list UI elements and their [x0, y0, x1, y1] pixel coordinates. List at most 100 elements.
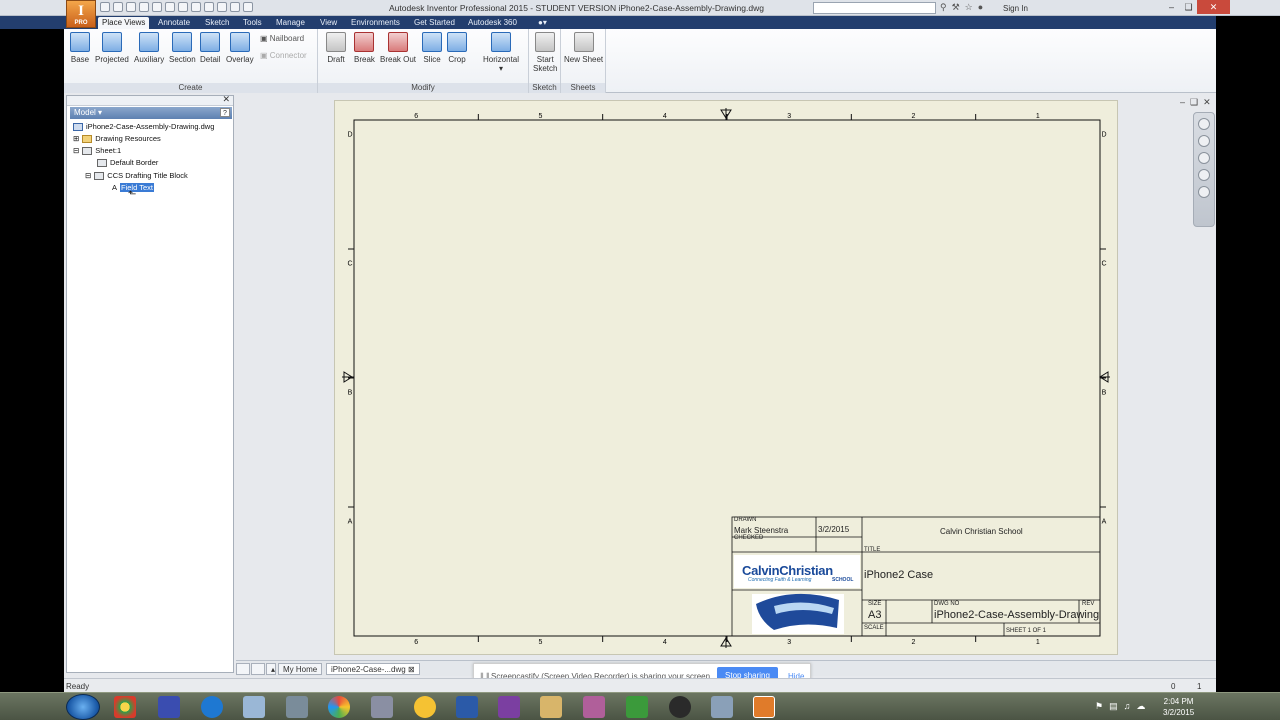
- tab-view[interactable]: View: [320, 17, 337, 29]
- redo-icon[interactable]: [152, 2, 162, 12]
- tile-vertical-icon[interactable]: [251, 663, 265, 675]
- tool-icon[interactable]: [286, 696, 308, 718]
- new-sheet-button[interactable]: New Sheet: [564, 32, 603, 64]
- zone-number-bottom: 6: [414, 639, 418, 646]
- binoculars-icon[interactable]: ⚲: [940, 2, 947, 13]
- tree-title-block[interactable]: ⊟ CCS Drafting Title Block: [85, 171, 188, 180]
- open-icon[interactable]: [113, 2, 123, 12]
- doc-minimize-icon[interactable]: –: [1180, 97, 1185, 108]
- paint-icon[interactable]: [583, 696, 605, 718]
- onenote-icon[interactable]: [498, 696, 520, 718]
- crop-button[interactable]: Crop: [447, 32, 467, 64]
- close-button[interactable]: ✕: [1197, 0, 1230, 14]
- doc-restore-icon[interactable]: ❑: [1190, 97, 1198, 108]
- cloud-icon[interactable]: ☁: [1136, 701, 1145, 712]
- model-tab[interactable]: Model ▾?: [70, 107, 232, 119]
- app-icon-blue[interactable]: [456, 696, 478, 718]
- picasa-icon[interactable]: [328, 696, 350, 718]
- start-button[interactable]: [66, 694, 100, 720]
- zoom-window-icon[interactable]: [1198, 186, 1210, 198]
- print-icon[interactable]: [178, 2, 188, 12]
- overlay-view-button[interactable]: Overlay: [226, 32, 254, 64]
- tree-sheet-1[interactable]: ⊟ Sheet:1: [73, 146, 121, 155]
- home-icon[interactable]: [165, 2, 175, 12]
- expand-icon[interactable]: ⊞: [73, 134, 79, 143]
- tab-autodesk-360[interactable]: Autodesk 360: [468, 17, 517, 29]
- collapse-icon[interactable]: ⊟: [73, 146, 79, 155]
- tab-get-started[interactable]: Get Started: [414, 17, 455, 29]
- collapse-icon[interactable]: ⊟: [85, 171, 91, 180]
- break-out-button[interactable]: Break Out: [380, 32, 416, 64]
- tab-close-icon[interactable]: ⊠: [408, 665, 415, 674]
- pacman-icon[interactable]: [414, 696, 436, 718]
- color-icon[interactable]: [217, 2, 227, 12]
- section-view-icon: [172, 32, 193, 52]
- draft-view-button[interactable]: Draft: [326, 32, 346, 64]
- help-icon[interactable]: ?: [220, 108, 230, 117]
- ribbon-options-icon[interactable]: ●▾: [538, 17, 547, 29]
- doc-close-icon[interactable]: ✕: [1203, 97, 1211, 108]
- horizontal-button[interactable]: Horizontal ▾: [483, 32, 519, 73]
- break-button[interactable]: Break: [354, 32, 375, 64]
- network-tool-icon[interactable]: [711, 696, 733, 718]
- start-sketch-button[interactable]: Start Sketch: [533, 32, 557, 73]
- measure-icon[interactable]: [230, 2, 240, 12]
- clock[interactable]: 2:04 PM 3/2/2015: [1163, 696, 1194, 718]
- new-icon[interactable]: [100, 2, 110, 12]
- flag-icon[interactable]: ⚑: [1095, 701, 1103, 712]
- grid-app-icon[interactable]: [626, 696, 648, 718]
- tab-place-views[interactable]: Place Views: [98, 17, 150, 29]
- connector-button[interactable]: ▣ Connector: [260, 51, 307, 60]
- zoom-icon[interactable]: [1198, 152, 1210, 164]
- notepad-icon[interactable]: [243, 696, 265, 718]
- tab-sketch[interactable]: Sketch: [205, 17, 229, 29]
- restore-button[interactable]: ❑: [1180, 0, 1197, 14]
- volume-icon[interactable]: ♫: [1124, 701, 1131, 712]
- application-menu-button[interactable]: I PRO: [66, 0, 96, 28]
- chrome-icon[interactable]: [114, 696, 136, 718]
- steering-wheel-icon[interactable]: [1198, 118, 1210, 130]
- slice-button[interactable]: Slice: [422, 32, 442, 64]
- tab-manage[interactable]: Manage: [276, 17, 305, 29]
- tree-drawing-resources[interactable]: ⊞ Drawing Resources: [73, 134, 161, 143]
- minimize-button[interactable]: –: [1163, 0, 1180, 14]
- wrench-icon[interactable]: ⚒: [952, 2, 960, 13]
- close-icon[interactable]: ✕: [222, 94, 230, 105]
- pan-icon[interactable]: [1198, 135, 1210, 147]
- inventor-taskbar-icon[interactable]: [753, 696, 775, 718]
- tab-drawing-document[interactable]: iPhone2-Case-...dwg ⊠: [326, 663, 420, 675]
- sign-in-link[interactable]: Sign In: [1003, 4, 1028, 13]
- monitor-icon[interactable]: [158, 696, 180, 718]
- tab-environments[interactable]: Environments: [351, 17, 400, 29]
- section-view-button[interactable]: Section: [169, 32, 196, 64]
- select-icon[interactable]: [204, 2, 214, 12]
- projected-view-button[interactable]: Projected: [95, 32, 129, 64]
- star-icon[interactable]: ☆: [965, 2, 973, 13]
- tree-root[interactable]: iPhone2-Case-Assembly-Drawing.dwg: [73, 122, 214, 131]
- status-count-1: 0: [1171, 682, 1176, 691]
- tab-my-home[interactable]: My Home: [278, 663, 323, 675]
- update-icon[interactable]: [191, 2, 201, 12]
- save-icon[interactable]: [126, 2, 136, 12]
- nailboard-button[interactable]: ▣ Nailboard: [260, 34, 304, 43]
- media-icon[interactable]: [669, 696, 691, 718]
- zoom-all-icon[interactable]: [1198, 169, 1210, 181]
- castle-icon[interactable]: [371, 696, 393, 718]
- explorer-folder-icon[interactable]: [540, 696, 562, 718]
- base-view-button[interactable]: Base: [70, 32, 90, 64]
- undo-icon[interactable]: [139, 2, 149, 12]
- ribbon-tabs: Place Views Annotate Sketch Tools Manage…: [0, 16, 1216, 29]
- network-icon[interactable]: ▤: [1109, 701, 1118, 712]
- sheets-panel-label: Sheets: [561, 83, 605, 93]
- auxiliary-view-button[interactable]: Auxiliary: [134, 32, 164, 64]
- detail-view-button[interactable]: Detail: [200, 32, 220, 64]
- tree-default-border[interactable]: Default Border: [97, 158, 158, 167]
- internet-explorer-icon[interactable]: [201, 696, 223, 718]
- tile-horizontal-icon[interactable]: [236, 663, 250, 675]
- parameters-icon[interactable]: [243, 2, 253, 12]
- tab-tools[interactable]: Tools: [243, 17, 262, 29]
- tab-list-icon[interactable]: ▴: [266, 663, 276, 675]
- tab-annotate[interactable]: Annotate: [158, 17, 190, 29]
- user-icon[interactable]: ●: [978, 2, 983, 13]
- help-search-input[interactable]: [813, 2, 936, 14]
